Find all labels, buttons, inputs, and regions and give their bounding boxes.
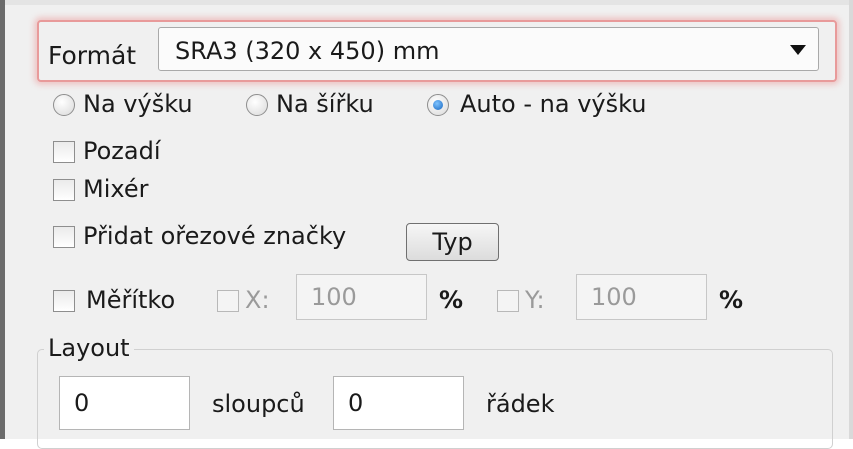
layout-rows-label: řádek xyxy=(486,390,555,418)
scale-x-unit: % xyxy=(439,286,464,314)
mixer-checkbox[interactable] xyxy=(53,179,75,201)
radio-landscape[interactable] xyxy=(246,94,268,116)
scale-x-input[interactable]: 100 xyxy=(296,274,427,320)
radio-portrait-label[interactable]: Na výšku xyxy=(83,90,193,118)
format-select[interactable]: SRA3 (320 x 450) mm xyxy=(158,27,819,71)
background-checkbox-label[interactable]: Pozadí xyxy=(83,137,161,165)
mixer-checkbox-label[interactable]: Mixér xyxy=(83,175,148,203)
radio-landscape-label[interactable]: Na šířku xyxy=(276,90,374,118)
format-label: Formát xyxy=(48,41,137,70)
scale-checkbox[interactable] xyxy=(53,290,75,312)
type-button[interactable]: Typ xyxy=(406,223,499,261)
scale-y-input[interactable]: 100 xyxy=(576,274,707,320)
format-select-value: SRA3 (320 x 450) mm xyxy=(175,37,440,65)
panel-right-edge xyxy=(849,0,853,439)
panel-top-edge xyxy=(0,0,853,5)
radio-auto-portrait-label[interactable]: Auto - na výšku xyxy=(460,90,646,118)
panel-left-edge xyxy=(0,0,5,439)
scale-x-checkbox[interactable] xyxy=(217,290,239,312)
layout-columns-label: sloupců xyxy=(212,390,305,418)
scale-checkbox-label[interactable]: Měřítko xyxy=(86,286,175,314)
scale-x-label: X: xyxy=(245,286,270,314)
print-settings-panel: Formát SRA3 (320 x 450) mm Na výšku Na š… xyxy=(0,0,853,449)
scale-y-unit: % xyxy=(719,286,744,314)
radio-portrait[interactable] xyxy=(53,94,75,116)
radio-auto-portrait[interactable] xyxy=(427,94,449,116)
scale-y-label: Y: xyxy=(525,286,545,314)
scale-y-checkbox[interactable] xyxy=(497,290,519,312)
crop-marks-checkbox[interactable] xyxy=(53,226,75,248)
layout-rows-input[interactable]: 0 xyxy=(333,376,464,430)
crop-marks-checkbox-label[interactable]: Přidat ořezové značky xyxy=(83,222,346,250)
background-checkbox[interactable] xyxy=(53,141,75,163)
chevron-down-icon[interactable] xyxy=(790,45,806,55)
layout-group-title: Layout xyxy=(44,334,134,362)
layout-columns-input[interactable]: 0 xyxy=(59,376,190,430)
